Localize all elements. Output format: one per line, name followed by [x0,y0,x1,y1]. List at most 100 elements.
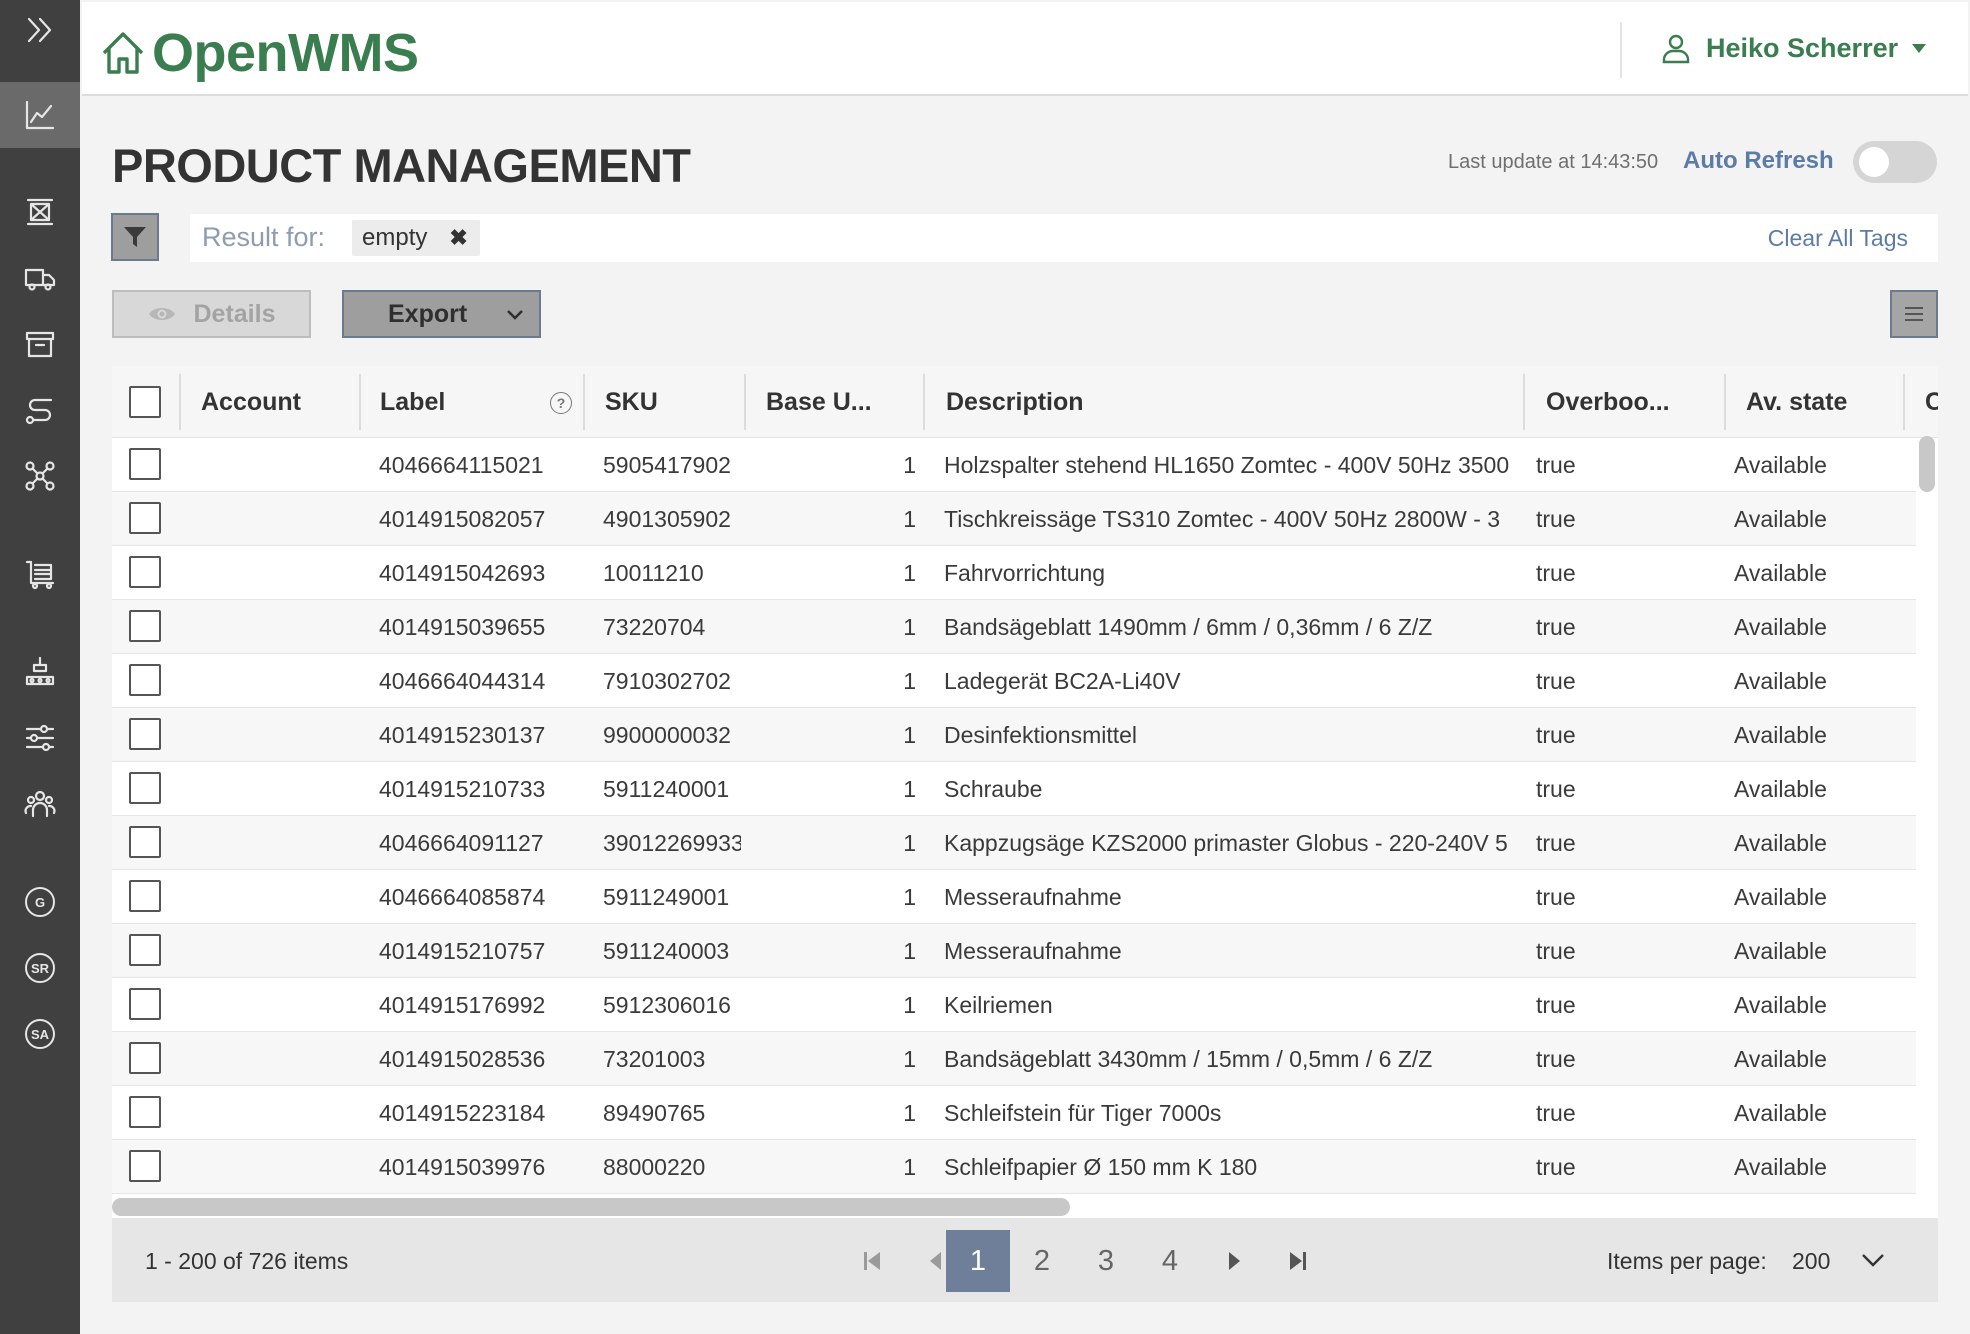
column-divider[interactable] [1903,374,1905,430]
horizontal-scrollbar[interactable] [112,1198,1070,1216]
table-row[interactable]: 4014915039655 73220704 1 Bandsägeblatt 1490… [112,600,1916,654]
table-row[interactable]: 4046664091127 39012269933 1 Kappzugsäge KZS… [112,816,1916,870]
column-divider[interactable] [583,374,585,430]
column-header-overbooking[interactable]: Overboo... [1546,366,1696,438]
column-menu-button[interactable] [1890,290,1938,338]
row-checkbox[interactable] [129,934,161,966]
row-checkbox[interactable] [129,772,161,804]
sidebar-item-g[interactable]: G [0,876,80,928]
sidebar-item-settings[interactable] [0,712,80,764]
sidebar-item-routing[interactable] [0,384,80,436]
cell-account [201,924,361,978]
cell-account [201,870,361,924]
sidebar-item-sr[interactable]: SR [0,942,80,994]
sidebar-item-topology[interactable] [0,450,80,502]
row-checkbox[interactable] [129,610,161,642]
row-checkbox[interactable] [129,826,161,858]
sidebar-expand-button[interactable] [0,4,80,56]
help-icon[interactable]: ? [550,392,572,414]
column-header-base-unit[interactable]: Base U... [766,366,896,438]
column-divider[interactable] [744,374,746,430]
sidebar-item-orders[interactable] [0,548,80,600]
vertical-scrollbar[interactable] [1919,436,1935,492]
sidebar-item-inventory[interactable] [0,318,80,370]
table-row[interactable]: 4014915042693 10011210 1 Fahrvorrichtung tru… [112,546,1916,600]
details-button[interactable]: Details [112,290,311,338]
caret-down-icon [1912,43,1927,53]
column-divider[interactable] [1523,374,1525,430]
table-row[interactable]: 4014915082057 4901305902 1 Tischkreissäge T… [112,492,1916,546]
filter-button[interactable] [111,213,159,261]
row-checkbox[interactable] [129,718,161,750]
table-row[interactable]: 4014915039976 88000220 1 Schleifpapier Ø 15… [112,1140,1916,1194]
cell-sku: 5905417902 [603,452,731,478]
row-checkbox[interactable] [129,988,161,1020]
clear-all-tags-link[interactable]: Clear All Tags [1768,225,1908,252]
row-checkbox[interactable] [129,664,161,696]
page-4-button[interactable]: 4 [1138,1230,1202,1292]
cell-description: Holzspalter stehend HL1650 Zomtec - 400V… [944,452,1510,478]
result-for-label: Result for: [202,222,326,252]
app-logo[interactable]: OpenWMS [100,22,419,84]
cell-overbooking: true [1536,560,1576,586]
table-row[interactable]: 4014915223184 89490765 1 Schleifstein für T… [112,1086,1916,1140]
table-row[interactable]: 4046664115021 5905417902 1 Holzspalter steh… [112,438,1916,492]
items-per-page-select[interactable]: 200 [1792,1248,1830,1275]
page-3-button[interactable]: 3 [1074,1230,1138,1292]
table-row[interactable]: 4014915028536 73201003 1 Bandsägeblatt 3430… [112,1032,1916,1086]
column-divider[interactable] [359,374,361,430]
table-row[interactable]: 4014915210733 5911240001 1 Schraube true Avai… [112,762,1916,816]
auto-refresh-toggle[interactable] [1853,141,1937,183]
table-row[interactable]: 4046664044314 7910302702 1 Ladegerät BC2A-L… [112,654,1916,708]
next-page-button[interactable] [1202,1230,1266,1292]
table-row[interactable]: 4014915230137 9900000032 1 Desinfektionsmit… [112,708,1916,762]
sidebar-item-conveyor[interactable] [0,646,80,698]
column-header-sku[interactable]: SKU [605,366,735,438]
sidebar-item-dashboard[interactable] [0,82,80,148]
sidebar-item-transport[interactable] [0,252,80,304]
table-row[interactable]: 4014915210757 5911240003 1 Messeraufnahme tr… [112,924,1916,978]
remove-tag-icon[interactable]: ✖ [449,225,467,251]
column-header-account[interactable]: Account [201,366,361,438]
column-header-cut-off[interactable]: C [1925,366,1938,438]
sidebar-item-sa[interactable]: SA [0,1008,80,1060]
filter-icon [124,227,146,247]
cell-availability-state: Available [1734,452,1827,478]
row-checkbox[interactable] [129,502,161,534]
user-menu[interactable]: Heiko Scherrer [1660,32,1927,64]
column-divider[interactable] [179,374,181,430]
row-checkbox[interactable] [129,556,161,588]
row-checkbox[interactable] [129,880,161,912]
column-header-description[interactable]: Description [946,366,1446,438]
row-checkbox[interactable] [129,1096,161,1128]
page-2-button[interactable]: 2 [1010,1230,1074,1292]
cell-availability-state: Available [1734,1046,1827,1072]
cell-label: 4014915039655 [379,614,546,640]
table-row[interactable]: 4014915176992 5912306016 1 Keilriemen true Av… [112,978,1916,1032]
column-header-availability-state[interactable]: Av. state [1746,366,1896,438]
row-checkbox[interactable] [129,1150,161,1182]
table-row[interactable]: 4046664085874 5911249001 1 Messeraufnahme tr… [112,870,1916,924]
select-all-checkbox[interactable] [129,386,161,418]
column-divider[interactable] [923,374,925,430]
column-header-label[interactable]: Label [380,366,540,438]
export-button[interactable]: Export [342,290,541,338]
last-page-button[interactable] [1266,1230,1330,1292]
row-checkbox[interactable] [129,1042,161,1074]
cell-account [201,438,361,492]
cell-description: Fahrvorrichtung [944,560,1106,586]
cell-label: 4046664085874 [379,884,546,910]
cell-sku: 88000220 [603,1154,706,1180]
cell-sku: 73220704 [603,614,706,640]
row-checkbox[interactable] [129,448,161,480]
cell-base-unit: 1 [903,1046,916,1072]
cell-availability-state: Available [1734,560,1827,586]
sidebar-item-users[interactable] [0,778,80,830]
cell-sku: 73201003 [603,1046,706,1072]
page-1-button[interactable]: 1 [946,1230,1010,1292]
cell-availability-state: Available [1734,506,1827,532]
column-divider[interactable] [1724,374,1726,430]
first-page-button[interactable] [840,1230,904,1292]
sidebar-item-warehouse[interactable] [0,186,80,238]
chevron-down-icon[interactable] [1860,1248,1886,1272]
